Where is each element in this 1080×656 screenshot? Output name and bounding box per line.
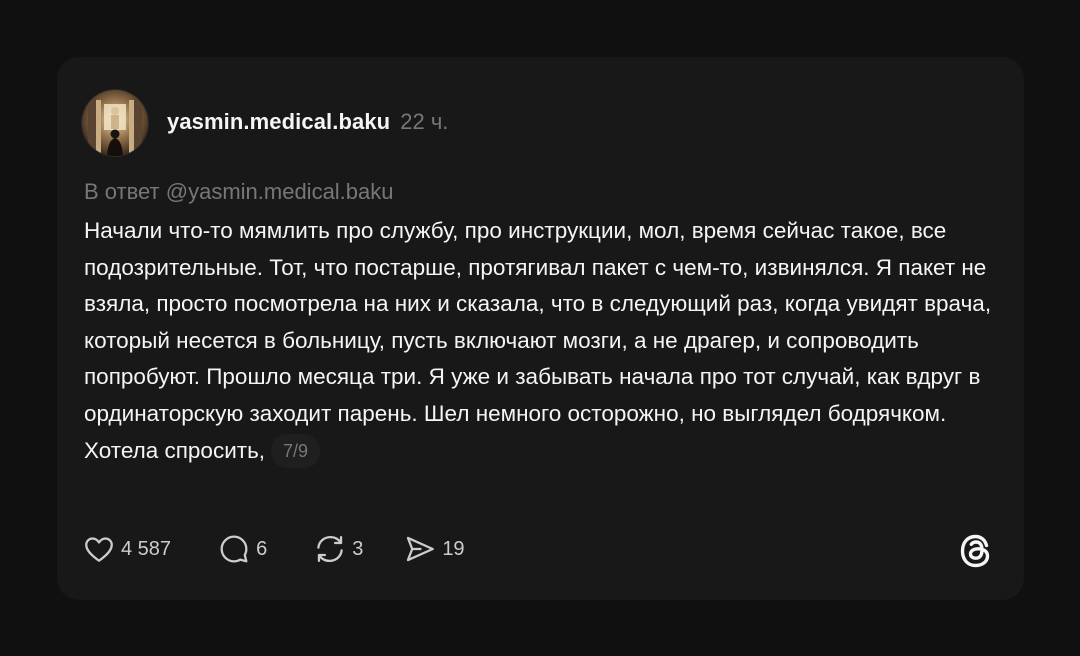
repost-count: 3 bbox=[352, 537, 364, 560]
post-body: Начали что-то мямлить про службу, про ин… bbox=[84, 213, 999, 469]
heart-icon bbox=[82, 532, 116, 566]
send-icon bbox=[403, 532, 437, 566]
post-card: yasmin.medical.baku 22 ч. В ответ @yasmi… bbox=[57, 57, 1024, 600]
post-header: yasmin.medical.baku 22 ч. bbox=[167, 109, 448, 135]
username-link[interactable]: yasmin.medical.baku bbox=[167, 109, 390, 135]
post-text: Начали что-то мямлить про службу, про ин… bbox=[84, 218, 992, 463]
avatar-image bbox=[82, 90, 148, 156]
reply-to-label[interactable]: В ответ @yasmin.medical.baku bbox=[84, 179, 394, 205]
share-count: 19 bbox=[442, 537, 465, 560]
post-timestamp[interactable]: 22 ч. bbox=[400, 109, 448, 135]
thread-pager-badge: 7/9 bbox=[271, 433, 321, 468]
comment-count: 6 bbox=[256, 537, 268, 560]
share-button[interactable]: 19 bbox=[403, 532, 465, 566]
comment-bubble-icon bbox=[217, 532, 251, 566]
threads-logo-icon[interactable] bbox=[956, 531, 996, 571]
like-count: 4 587 bbox=[121, 537, 172, 560]
comment-button[interactable]: 6 bbox=[217, 532, 267, 566]
repost-icon bbox=[313, 532, 347, 566]
avatar[interactable] bbox=[82, 90, 148, 156]
like-button[interactable]: 4 587 bbox=[82, 532, 171, 566]
action-bar: 4 587 6 3 19 bbox=[82, 531, 465, 567]
repost-button[interactable]: 3 bbox=[313, 532, 363, 566]
